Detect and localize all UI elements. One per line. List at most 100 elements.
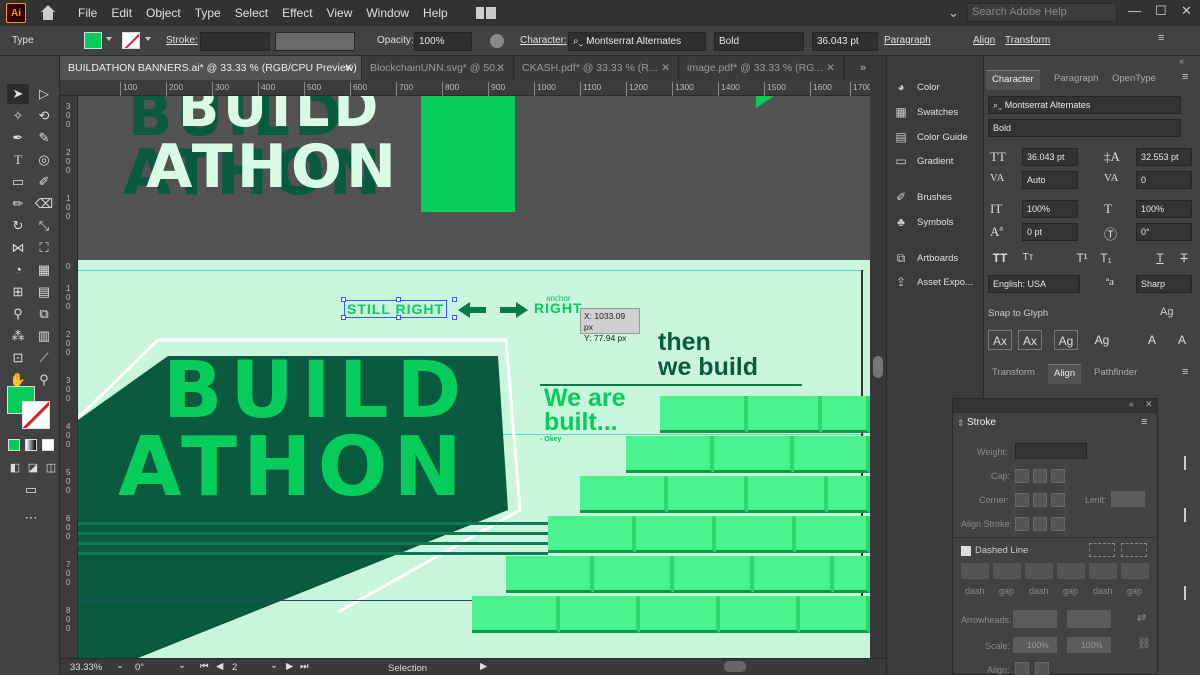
- variable-width-profile[interactable]: [275, 32, 355, 51]
- zoom-tool-icon[interactable]: ⚲: [33, 370, 55, 390]
- limit-field[interactable]: [1111, 491, 1145, 507]
- stroke-color-swatch[interactable]: [22, 401, 50, 429]
- panel-swatches[interactable]: ▦ Swatches: [893, 101, 958, 123]
- align-link[interactable]: Align: [973, 35, 995, 46]
- round-join-icon[interactable]: [1033, 493, 1047, 507]
- panel-arrows-icon[interactable]: ⇕: [957, 418, 965, 429]
- minimize-icon[interactable]: —: [1128, 3, 1141, 18]
- round-cap-icon[interactable]: [1033, 469, 1047, 483]
- menu-type[interactable]: Type: [195, 6, 221, 20]
- tab-align[interactable]: Align: [1048, 364, 1082, 384]
- leading-field[interactable]: 32.553 pt: [1136, 148, 1192, 166]
- horizontal-scale-field[interactable]: 100%: [1136, 200, 1192, 218]
- tab-image-pdf[interactable]: image.pdf* @ 33.33 % (RG... ✕: [679, 56, 844, 80]
- end-scale-field[interactable]: 100%: [1067, 637, 1111, 653]
- home-icon[interactable]: [40, 5, 56, 21]
- tab-character[interactable]: Character: [986, 70, 1040, 90]
- weight-field[interactable]: [1015, 443, 1087, 459]
- bounding-handle[interactable]: [341, 297, 346, 302]
- align-outside-icon[interactable]: [1051, 517, 1065, 531]
- eyedropper-icon[interactable]: ⚲: [7, 304, 29, 324]
- color-mode-icon[interactable]: [8, 439, 20, 451]
- menu-file[interactable]: File: [78, 6, 97, 20]
- curvature-tool-icon[interactable]: ✎: [33, 128, 55, 148]
- tab-paragraph[interactable]: Paragraph: [1048, 70, 1104, 90]
- paintbrush-icon[interactable]: ✐: [33, 172, 55, 192]
- dash-align-corners-icon[interactable]: [1121, 543, 1147, 557]
- menu-select[interactable]: Select: [235, 6, 268, 20]
- tab-transform[interactable]: Transform: [986, 364, 1041, 384]
- chevron-down-icon[interactable]: ⌄: [270, 660, 278, 671]
- stroke-swatch[interactable]: [122, 32, 140, 49]
- mesh-tool-icon[interactable]: ⊞: [7, 282, 29, 302]
- start-scale-field[interactable]: 100%: [1013, 637, 1057, 653]
- underline-icon[interactable]: T: [1148, 248, 1172, 268]
- font-size-field[interactable]: 36.043 pt: [812, 32, 878, 51]
- bevel-join-icon[interactable]: [1051, 493, 1065, 507]
- dash-preserve-icon[interactable]: [1089, 543, 1115, 557]
- perspective-grid-icon[interactable]: ▦: [33, 260, 55, 280]
- menu-edit[interactable]: Edit: [111, 6, 132, 20]
- status-menu-icon[interactable]: ▶: [480, 661, 487, 672]
- maximize-icon[interactable]: ☐: [1155, 3, 1167, 19]
- font-size-field[interactable]: 36.043 pt: [1022, 148, 1078, 166]
- panel-asset-export[interactable]: ⇪ Asset Expo...: [893, 271, 973, 293]
- horizontal-scroll-thumb[interactable]: [724, 661, 746, 672]
- close-tab-icon[interactable]: ✕: [496, 56, 505, 80]
- artboard-tool-icon[interactable]: ⊡: [7, 348, 29, 368]
- tab-buildathon-banners[interactable]: BUILDATHON BANNERS.ai* @ 33.33 % (RGB/CP…: [60, 56, 362, 80]
- top-athon-text[interactable]: ATHON: [146, 132, 400, 202]
- bounding-handle[interactable]: [452, 315, 457, 320]
- panel-gradient[interactable]: ▭ Gradient: [893, 150, 953, 172]
- start-arrowhead-select[interactable]: [1013, 610, 1057, 628]
- shaper-tool-icon[interactable]: ✏: [7, 194, 29, 214]
- then-text[interactable]: then: [658, 330, 711, 355]
- vertical-ruler[interactable]: 3 0 0 2 0 0 1 0 0 0 1 0 0 2 0 0 3 0 0 4 …: [60, 96, 78, 658]
- chevron-down-icon[interactable]: ⌄: [116, 660, 124, 671]
- bounding-handle[interactable]: [341, 315, 346, 320]
- dashed-line-checkbox[interactable]: [961, 546, 971, 556]
- stroke-panel-title[interactable]: Stroke: [967, 417, 996, 428]
- close-tab-icon[interactable]: ✕: [826, 56, 835, 80]
- small-caps-icon[interactable]: Tт: [1016, 248, 1040, 268]
- zoom-field[interactable]: 33.33%: [70, 662, 102, 673]
- chevron-down-icon[interactable]: ⌄: [178, 660, 186, 671]
- lasso-icon[interactable]: ⟲: [33, 106, 55, 126]
- gap-field[interactable]: [1057, 563, 1085, 579]
- close-icon[interactable]: ✕: [1181, 3, 1192, 19]
- last-artboard-icon[interactable]: ⏭: [300, 661, 309, 672]
- selection-tool-icon[interactable]: ➤: [7, 84, 29, 104]
- stroke-panel-titlebar[interactable]: [953, 399, 1157, 413]
- snap-angular-icon[interactable]: A: [1140, 330, 1164, 350]
- character-label[interactable]: Character:: [520, 35, 567, 46]
- snap-anchor-icon[interactable]: A: [1170, 330, 1194, 350]
- align-inside-icon[interactable]: [1033, 517, 1047, 531]
- direct-selection-tool-icon[interactable]: ▷: [33, 84, 55, 104]
- dash-field[interactable]: [1025, 563, 1053, 579]
- artboard-number[interactable]: 2: [232, 662, 237, 673]
- transform-link[interactable]: Transform: [1005, 35, 1050, 46]
- close-tab-icon[interactable]: ✕: [661, 56, 670, 80]
- arrow-tip-beyond-icon[interactable]: [1015, 662, 1029, 675]
- bounding-handle[interactable]: [396, 297, 401, 302]
- none-mode-icon[interactable]: [42, 439, 54, 451]
- scrollbar-thumb[interactable]: [873, 356, 883, 378]
- rotation-field[interactable]: 0°: [135, 662, 144, 673]
- magic-wand-icon[interactable]: ✧: [7, 106, 29, 126]
- menu-effect[interactable]: Effect: [282, 6, 312, 20]
- next-artboard-icon[interactable]: ▶: [286, 661, 293, 672]
- snap-proximity-icon[interactable]: Ag: [1090, 330, 1114, 350]
- more-tools-icon[interactable]: ⋯: [20, 508, 42, 528]
- fill-swatch[interactable]: [84, 32, 102, 49]
- antialias-select[interactable]: Sharp: [1136, 275, 1192, 293]
- snap-xheight-icon[interactable]: Ax: [1018, 330, 1042, 350]
- opacity-label[interactable]: Opacity:: [377, 35, 414, 46]
- screen-mode-icon[interactable]: ▭: [20, 480, 42, 500]
- tab-opentype[interactable]: OpenType: [1106, 70, 1162, 90]
- panel-brushes[interactable]: ✐ Brushes: [893, 186, 952, 208]
- type-tool-icon[interactable]: T: [7, 150, 29, 170]
- panel-menu-icon[interactable]: ≡: [1141, 416, 1147, 428]
- panel-artboards[interactable]: ⧉ Artboards: [893, 247, 958, 269]
- miter-join-icon[interactable]: [1015, 493, 1029, 507]
- spiral-tool-icon[interactable]: ◎: [33, 150, 55, 170]
